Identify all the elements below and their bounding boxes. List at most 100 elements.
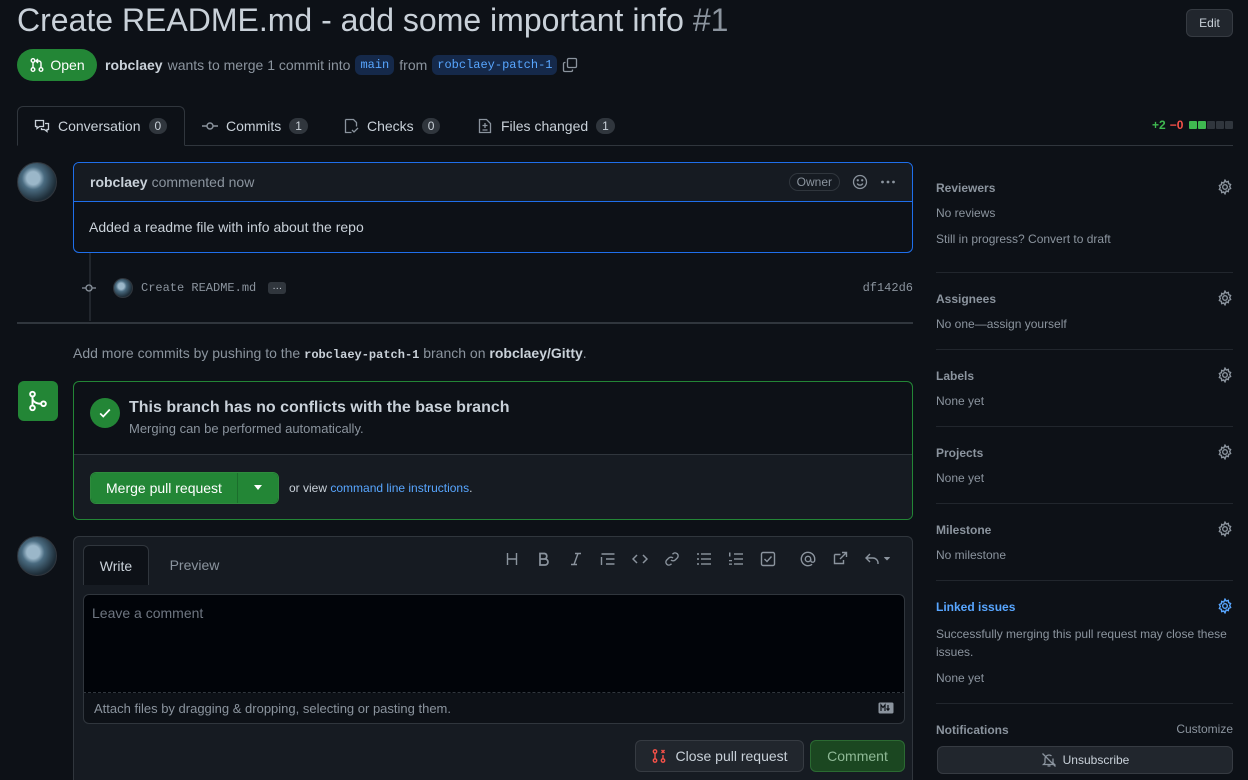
gear-icon[interactable] xyxy=(1217,290,1233,306)
unordered-list-icon[interactable] xyxy=(696,551,712,567)
tab-write[interactable]: Write xyxy=(83,545,149,585)
commit-expand-button[interactable]: … xyxy=(268,282,287,294)
markdown-icon[interactable] xyxy=(878,702,894,714)
ordered-list-icon[interactable] xyxy=(728,551,744,567)
markdown-toolbar xyxy=(504,551,892,567)
comment-author[interactable]: robclaey xyxy=(90,174,148,190)
merge-dropdown-button[interactable] xyxy=(237,473,278,503)
tab-files-changed[interactable]: Files changed 1 xyxy=(477,106,615,146)
sidebar-reviewers-header[interactable]: Reviewers xyxy=(936,179,1233,195)
edit-button[interactable]: Edit xyxy=(1186,9,1233,37)
sidebar-notifications-title: Notifications xyxy=(936,723,1009,737)
timeline-divider xyxy=(17,322,913,324)
push-note-middle: branch on xyxy=(423,345,486,361)
sidebar-assignees-value[interactable]: No one—assign yourself xyxy=(936,317,1233,331)
checklist-icon xyxy=(343,118,359,134)
gear-icon[interactable] xyxy=(1217,367,1233,383)
unsubscribe-button[interactable]: Unsubscribe xyxy=(937,746,1233,774)
gear-icon[interactable] xyxy=(1217,598,1233,614)
tab-commits-label: Commits xyxy=(226,118,282,134)
tab-preview[interactable]: Preview xyxy=(157,545,232,585)
commit-message[interactable]: Create README.md xyxy=(141,281,256,295)
sidebar-divider xyxy=(936,503,1233,504)
italic-icon[interactable] xyxy=(568,551,584,567)
author-link[interactable]: robclaey xyxy=(105,57,163,73)
avatar[interactable] xyxy=(17,536,57,576)
base-branch[interactable]: main xyxy=(355,55,395,75)
tab-commits[interactable]: Commits 1 xyxy=(202,106,308,146)
merge-alt-prefix: or view xyxy=(289,481,328,495)
tab-files-changed-label: Files changed xyxy=(501,118,589,134)
sidebar-linked-issues-header[interactable]: Linked issues xyxy=(936,598,1233,614)
diffstat-bar xyxy=(1189,121,1234,129)
diffstat: +2 −0 xyxy=(1152,118,1234,132)
comment-header: robclaey commented now Owner xyxy=(74,163,912,202)
pr-meta: robclaey wants to merge 1 commit into ma… xyxy=(105,54,578,76)
diff-deletions: −0 xyxy=(1169,118,1184,132)
close-pull-request-button[interactable]: Close pull request xyxy=(635,740,804,772)
pr-number: #1 xyxy=(692,2,729,38)
commit-avatar[interactable] xyxy=(113,278,133,298)
close-pull-request-label: Close pull request xyxy=(675,748,788,764)
sidebar-divider xyxy=(936,580,1233,581)
tab-conversation[interactable]: Conversation 0 xyxy=(17,106,185,146)
from-text: from xyxy=(399,57,428,73)
tab-commits-count: 1 xyxy=(289,118,308,134)
tab-checks[interactable]: Checks 0 xyxy=(343,106,441,146)
attach-files-bar[interactable]: Attach files by dragging & dropping, sel… xyxy=(83,693,905,724)
avatar[interactable] xyxy=(17,162,57,202)
merge-text: wants to merge 1 commit into xyxy=(167,57,351,73)
comment-button[interactable]: Comment xyxy=(810,740,905,772)
attach-files-text: Attach files by dragging & dropping, sel… xyxy=(94,700,451,716)
commit-row: Create README.md … df142d6 xyxy=(81,277,913,299)
merge-pull-request-button[interactable]: Merge pull request xyxy=(91,473,238,503)
comment-editor: Write Preview Leave a comment Attach fil… xyxy=(73,536,913,780)
sidebar-projects-header[interactable]: Projects xyxy=(936,444,1233,460)
kebab-horizontal-icon[interactable] xyxy=(880,174,896,190)
cross-reference-icon[interactable] xyxy=(832,551,848,567)
sidebar-milestone-title: Milestone xyxy=(936,523,992,537)
comment-discussion-icon xyxy=(34,118,50,134)
git-merge-icon xyxy=(18,381,58,421)
comment-textarea[interactable]: Leave a comment xyxy=(83,594,905,693)
comment-time[interactable]: commented now xyxy=(152,174,255,190)
heading-icon[interactable] xyxy=(504,551,520,567)
code-icon[interactable] xyxy=(632,551,648,567)
tab-conversation-count: 0 xyxy=(148,118,168,134)
merge-box: This branch has no conflicts with the ba… xyxy=(73,381,913,520)
convert-to-draft-link[interactable]: Still in progress? Convert to draft xyxy=(936,232,1233,246)
reply-icon[interactable] xyxy=(864,551,892,567)
gear-icon[interactable] xyxy=(1217,444,1233,460)
sidebar-assignees-header[interactable]: Assignees xyxy=(936,290,1233,306)
commit-icon xyxy=(202,118,218,134)
sidebar-milestone-header[interactable]: Milestone xyxy=(936,521,1233,537)
quote-icon[interactable] xyxy=(600,551,616,567)
mention-icon[interactable] xyxy=(800,551,816,567)
sidebar-milestone-value: No milestone xyxy=(936,548,1007,562)
sidebar-assignees-title: Assignees xyxy=(936,292,997,306)
gear-icon[interactable] xyxy=(1217,521,1233,537)
head-branch[interactable]: robclaey-patch-1 xyxy=(432,55,558,75)
sidebar-reviewers-value: No reviews xyxy=(936,206,996,220)
gear-icon[interactable] xyxy=(1217,179,1233,195)
merge-title: This branch has no conflicts with the ba… xyxy=(129,399,510,416)
triangle-down-icon xyxy=(253,485,263,491)
sidebar-labels-header[interactable]: Labels xyxy=(936,367,1233,383)
sidebar-notifications-header: Notifications Customize xyxy=(936,721,1233,737)
tab-checks-label: Checks xyxy=(367,118,414,134)
smiley-icon[interactable] xyxy=(852,174,868,190)
tasklist-icon[interactable] xyxy=(760,551,776,567)
commit-sha[interactable]: df142d6 xyxy=(863,281,913,295)
link-icon[interactable] xyxy=(664,551,680,567)
diff-additions: +2 xyxy=(1152,118,1166,132)
copy-icon[interactable] xyxy=(562,57,578,73)
owner-badge: Owner xyxy=(788,173,840,191)
bold-icon[interactable] xyxy=(536,551,552,567)
push-note-repo[interactable]: robclaey/Gitty xyxy=(489,345,582,361)
tabs-divider xyxy=(17,145,1233,146)
file-diff-icon xyxy=(477,118,493,134)
sidebar-linked-issues-desc: Successfully merging this pull request m… xyxy=(936,627,1227,659)
command-line-link[interactable]: command line instructions xyxy=(330,481,469,495)
customize-link[interactable]: Customize xyxy=(1176,722,1233,736)
sidebar-divider xyxy=(936,703,1233,704)
